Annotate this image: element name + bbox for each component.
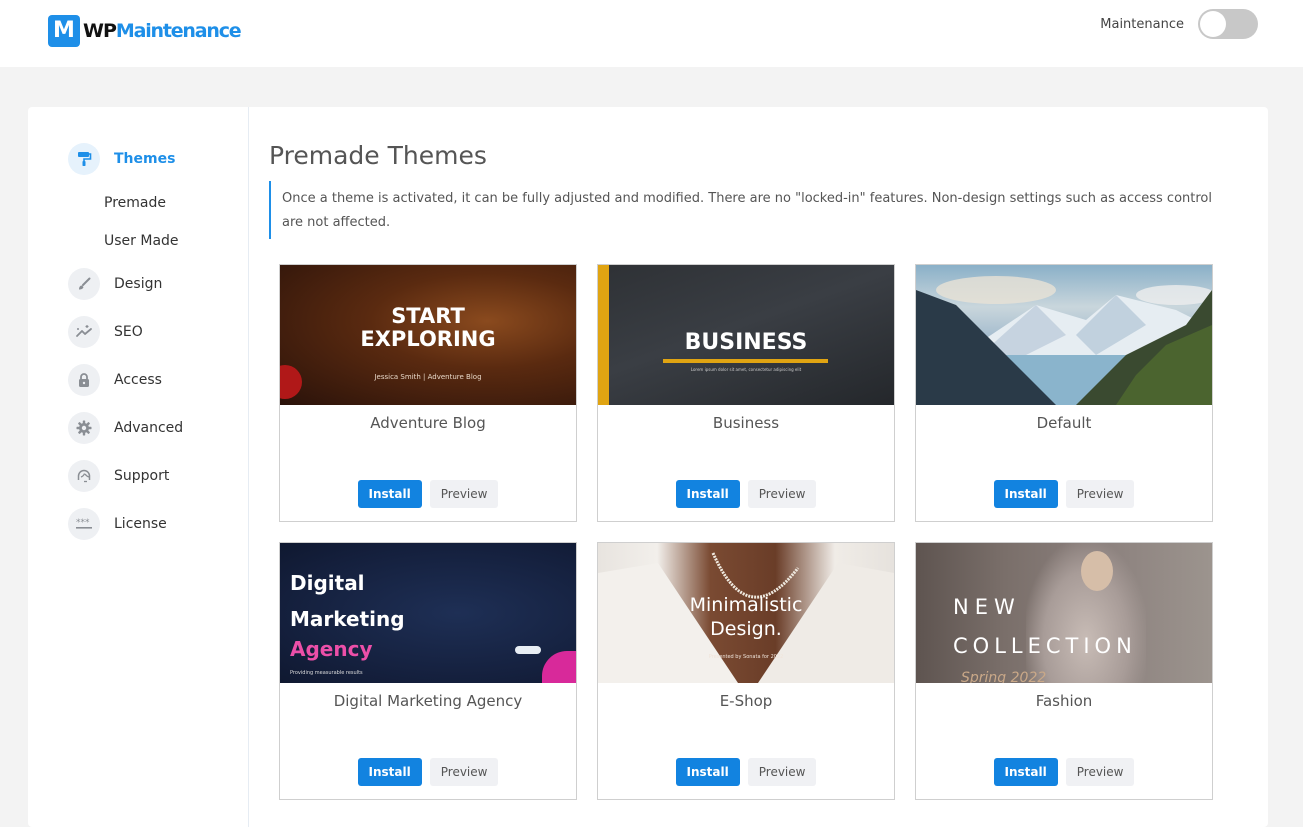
theme-name: Adventure Blog — [370, 414, 486, 432]
preview-button[interactable]: Preview — [747, 758, 817, 786]
support-agent-icon — [68, 460, 100, 492]
sidebar-item-label: License — [114, 516, 167, 532]
sidebar-item-label: Support — [114, 468, 170, 484]
thumbnail-subtitle: Presented by Sonata for 2022 — [708, 654, 784, 660]
sidebar-item-license[interactable]: *** License — [68, 508, 167, 540]
sidebar: Themes Premade User Made Design SEO Acce… — [28, 107, 249, 827]
theme-card: NEW COLLECTION Spring 2022 Fashion Insta… — [915, 542, 1213, 800]
sidebar-item-advanced[interactable]: Advanced — [68, 412, 183, 444]
install-button[interactable]: Install — [993, 758, 1058, 786]
theme-card: START EXPLORING Jessica Smith | Adventur… — [279, 264, 577, 522]
install-button[interactable]: Install — [357, 480, 422, 508]
theme-name: Default — [1036, 414, 1092, 432]
thumbnail-subtitle: Jessica Smith | Adventure Blog — [374, 373, 482, 381]
preview-button[interactable]: Preview — [1065, 480, 1135, 508]
thumbnail-title: Minimalistic Design. — [689, 594, 803, 640]
sidebar-subitem-user-made[interactable]: User Made — [104, 233, 179, 249]
theme-card: Minimalistic Design. Presented by Sonata… — [597, 542, 895, 800]
thumbnail-title: NEW — [953, 595, 1021, 619]
theme-card: Default Install Preview — [915, 264, 1213, 522]
theme-thumbnail[interactable]: BUSINESS Lorem ipsum dolor sit amet, con… — [598, 265, 894, 405]
theme-card: Digital Marketing Agency Providing measu… — [279, 542, 577, 800]
sidebar-item-label: SEO — [114, 324, 143, 340]
install-button[interactable]: Install — [675, 480, 740, 508]
lock-icon — [68, 364, 100, 396]
main-panel: Themes Premade User Made Design SEO Acce… — [28, 107, 1268, 827]
sidebar-item-themes[interactable]: Themes — [68, 143, 175, 175]
gear-icon — [68, 412, 100, 444]
preview-button[interactable]: Preview — [1065, 758, 1135, 786]
sidebar-item-label: Access — [114, 372, 162, 388]
logo-badge-icon: M — [48, 14, 80, 47]
thumbnail-title: START EXPLORING — [360, 304, 496, 351]
theme-thumbnail[interactable]: NEW COLLECTION Spring 2022 — [916, 543, 1212, 683]
thumbnail-title: BUSINESS — [684, 330, 808, 355]
sidebar-item-design[interactable]: Design — [68, 268, 162, 300]
install-button[interactable]: Install — [357, 758, 422, 786]
trend-sparkle-icon — [68, 316, 100, 348]
logo-text-prefix: WP — [83, 19, 117, 42]
theme-name: E-Shop — [719, 692, 773, 710]
theme-card: BUSINESS Lorem ipsum dolor sit amet, con… — [597, 264, 895, 522]
cloud-decoration — [515, 646, 541, 654]
sidebar-item-seo[interactable]: SEO — [68, 316, 143, 348]
password-icon: *** — [68, 508, 100, 540]
logo-badge-letter: M — [53, 17, 75, 43]
logo-text-suffix: Maintenance — [115, 19, 242, 42]
megaphone-decoration — [542, 651, 576, 683]
yellow-underline-decoration — [663, 359, 828, 363]
maintenance-control: Maintenance — [1100, 9, 1258, 39]
sidebar-item-label: Design — [114, 276, 163, 292]
preview-button[interactable]: Preview — [429, 758, 499, 786]
top-bar: M WP Maintenance Maintenance — [0, 0, 1303, 67]
sidebar-subitem-premade[interactable]: Premade — [104, 195, 166, 211]
theme-thumbnail[interactable]: Digital Marketing Agency Providing measu… — [280, 543, 576, 683]
theme-thumbnail[interactable]: Minimalistic Design. Presented by Sonata… — [598, 543, 894, 683]
svg-text:***: *** — [76, 518, 90, 528]
thumbnail-subtitle: Spring 2022 — [961, 670, 1047, 683]
preview-button[interactable]: Preview — [747, 480, 817, 508]
install-button[interactable]: Install — [993, 480, 1058, 508]
logo: M WP Maintenance — [48, 14, 242, 47]
thumbnail-title-2: COLLECTION — [953, 634, 1137, 658]
thumbnail-subtitle: Providing measurable results — [290, 670, 363, 676]
maintenance-label: Maintenance — [1100, 16, 1184, 32]
sidebar-item-support[interactable]: Support — [68, 460, 169, 492]
theme-name: Fashion — [1035, 692, 1093, 710]
model-face — [1081, 551, 1113, 591]
theme-thumbnail[interactable] — [916, 265, 1212, 405]
maintenance-toggle[interactable] — [1198, 9, 1258, 39]
theme-name: Digital Marketing Agency — [333, 692, 523, 710]
thumbnail-title-accent: Agency — [290, 637, 373, 661]
thumbnail-title: Digital Marketing — [290, 571, 405, 631]
page-title: Premade Themes — [269, 141, 487, 170]
brush-icon — [68, 268, 100, 300]
mountain-landscape-image — [916, 276, 1212, 405]
paint-roller-icon — [68, 143, 100, 175]
install-button[interactable]: Install — [675, 758, 740, 786]
sidebar-item-access[interactable]: Access — [68, 364, 162, 396]
theme-thumbnail[interactable]: START EXPLORING Jessica Smith | Adventur… — [280, 265, 576, 405]
thumbnail-subtitle: Lorem ipsum dolor sit amet, consectetur … — [690, 367, 802, 372]
sidebar-item-label: Advanced — [114, 420, 184, 436]
sidebar-item-label: Themes — [114, 151, 176, 167]
toggle-knob — [1200, 11, 1226, 37]
info-notice: Once a theme is activated, it can be ful… — [269, 181, 1234, 239]
preview-button[interactable]: Preview — [429, 480, 499, 508]
red-ball-decoration — [280, 365, 302, 399]
theme-name: Business — [712, 414, 780, 432]
